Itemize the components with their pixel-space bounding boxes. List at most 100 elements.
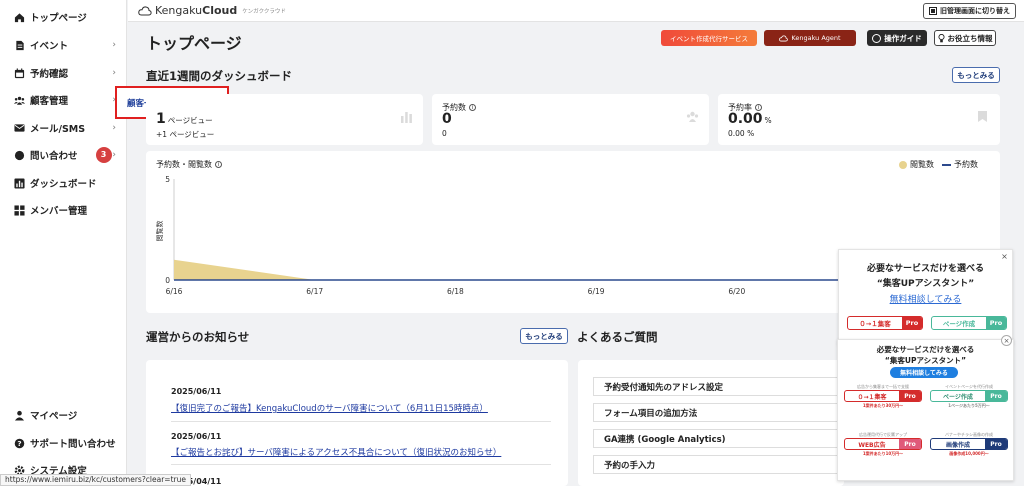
dashboard-more-button[interactable]: もっとみる	[952, 67, 1000, 83]
x-tick-label: 6/19	[588, 287, 605, 296]
useful-info-label: お役立ち情報	[947, 33, 993, 43]
sidebar-item-reservation[interactable]: 予約確認 ›	[0, 62, 127, 84]
sidebar-item-label: ダッシュボード	[30, 179, 97, 190]
news-title: 運営からのお知らせ	[146, 330, 250, 344]
top-bar: Kengaku Cloud ケンガククラウド 旧管理画面に切り替え	[128, 0, 1024, 22]
news-date: 2025/06/11	[171, 387, 222, 396]
x-tick-label: 6/16	[166, 287, 183, 296]
help-icon: ?	[14, 438, 25, 449]
pageview-value: 1 ページビュー	[156, 111, 213, 127]
promo-cta-link[interactable]: 無料相談してみる	[839, 292, 1012, 305]
promo-service-page[interactable]: ページ作成 Pro	[931, 316, 1007, 330]
y-axis-label: 閲覧数	[155, 221, 164, 242]
chevron-right-icon: ›	[112, 123, 116, 133]
operation-guide-label: 操作ガイド	[884, 33, 922, 43]
sidebar-item-mail[interactable]: メール/SMS ›	[0, 117, 127, 139]
bar-chart-icon	[400, 110, 413, 123]
reservation-rate-value: 0.00%	[728, 111, 772, 127]
grid-icon	[14, 204, 25, 216]
kengaku-agent-label: Kengaku Agent	[791, 34, 841, 42]
reservations-number: 0	[442, 111, 452, 127]
news-link[interactable]: 【復旧完了のご報告】KengakuCloudのサーバ障害について（6月11日15…	[171, 402, 488, 414]
chat-icon	[14, 150, 25, 161]
service-name: 画像作成	[945, 441, 970, 449]
sidebar-item-label: 問い合わせ	[30, 151, 78, 162]
sidebar-item-support[interactable]: ? サポート問い合わせ ›	[0, 432, 127, 454]
operation-guide-button[interactable]: 操作ガイド	[867, 30, 927, 46]
reservations-diff: 0	[442, 129, 447, 138]
promo-service-lead[interactable]: ０→１集客 Pro	[847, 316, 923, 330]
news-divider	[171, 464, 551, 465]
lightbulb-icon	[937, 33, 945, 43]
promo-headline: 必要なサービスだけを選べる	[866, 264, 984, 274]
y-tick-label: 0	[165, 276, 170, 285]
faq-card: 予約受付通知先のアドレス設定 フォーム項目の追加方法 GA連携 (Google …	[578, 360, 844, 486]
x-tick-label: 6/20	[728, 287, 745, 296]
sidebar-item-label: メール/SMS	[30, 124, 86, 135]
promo-service-lead[interactable]: ０→１集客 Pro	[844, 390, 922, 402]
mail-icon	[14, 123, 25, 134]
y-tick-label: 5	[165, 175, 170, 184]
calendar-icon	[14, 67, 25, 79]
kengaku-agent-button[interactable]: Kengaku Agent	[764, 30, 856, 46]
service-price: 1案件あたり30万円〜	[862, 403, 904, 408]
faq-item[interactable]: フォーム項目の追加方法	[593, 403, 844, 422]
sidebar-item-top[interactable]: トップページ	[0, 6, 127, 28]
promo-subheadline: “集客UPアシスタント”	[884, 356, 967, 365]
pageview-diff: +1 ページビュー	[156, 130, 215, 139]
logo-text-bold: Cloud	[202, 4, 238, 17]
promo-banner[interactable]: × 必要なサービスだけを選べる “集客UPアシスタント” 無料相談してみる 広告…	[837, 335, 1014, 481]
sidebar-item-members[interactable]: メンバー管理	[0, 199, 127, 221]
faq-title: よくあるご質問	[577, 330, 658, 344]
sidebar-item-event[interactable]: イベント ›	[0, 34, 127, 56]
page-title: トップページ	[146, 34, 242, 53]
sidebar-item-inquiry[interactable]: 問い合わせ 3 ›	[0, 144, 127, 166]
reservation-rate-unit: %	[764, 116, 772, 125]
switch-legacy-button[interactable]: 旧管理画面に切り替え	[923, 3, 1016, 19]
news-more-button[interactable]: もっとみる	[520, 328, 568, 344]
promo-headline: 必要なサービスだけを選べる	[876, 345, 975, 354]
service-name: ０→１集客	[857, 393, 887, 401]
news-divider	[171, 421, 551, 422]
pro-badge: Pro	[899, 439, 921, 449]
pro-badge: Pro	[985, 391, 1007, 401]
promo-service-page[interactable]: ページ作成 Pro	[930, 390, 1008, 402]
sidebar-item-customers[interactable]: 顧客管理 ›	[0, 89, 127, 111]
svg-text:?: ?	[17, 439, 21, 448]
service-price: 1案件あたり10万円〜	[862, 451, 904, 456]
service-price: 1ページあたり5万円〜	[948, 403, 990, 408]
chevron-right-icon: ›	[112, 68, 116, 78]
person-icon	[14, 410, 25, 421]
news-link[interactable]: 【ご報告とお詫び】サーバ障害によるアクセス不具合について（復旧状況のお知らせ）	[171, 446, 501, 458]
pageview-card: 1 ページビュー +1 ページビュー	[146, 94, 423, 145]
sidebar-item-label: 予約確認	[30, 69, 69, 80]
faq-item[interactable]: GA連携 (Google Analytics)	[593, 429, 844, 448]
event-creation-service-button[interactable]: イベント作成代行サービス	[661, 30, 757, 46]
pro-badge: Pro	[985, 439, 1007, 449]
sidebar-item-label: イベント	[30, 41, 69, 52]
promo-service-images[interactable]: 画像作成 Pro	[930, 438, 1008, 450]
chevron-right-icon: ›	[112, 150, 116, 160]
promo-banner-back[interactable]: × 必要なサービスだけを選べる “集客UPアシスタント” 無料相談してみる ０→…	[838, 249, 1013, 345]
sidebar-item-mypage[interactable]: マイページ	[0, 404, 127, 426]
home-icon	[14, 12, 25, 23]
faq-item[interactable]: 予約の手入力	[593, 455, 844, 474]
promo-service-ads[interactable]: WEB広告 Pro	[844, 438, 922, 450]
pro-badge: Pro	[899, 391, 921, 401]
info-icon[interactable]: i	[755, 104, 762, 111]
x-tick-label: 6/18	[447, 287, 464, 296]
reservation-rate-diff: 0.00 %	[728, 129, 755, 138]
sidebar-item-label: マイページ	[30, 411, 78, 422]
people-icon	[686, 110, 699, 123]
useful-info-button[interactable]: お役立ち情報	[934, 30, 996, 46]
info-icon[interactable]: i	[469, 104, 476, 111]
news-card: 2025/06/11 【復旧完了のご報告】KengakuCloudのサーバ障害に…	[146, 360, 568, 486]
faq-item[interactable]: 予約受付通知先のアドレス設定	[593, 377, 844, 396]
promo-cta-button[interactable]: 無料相談してみる	[890, 367, 958, 378]
cloud-logo-icon	[138, 5, 152, 16]
app-logo[interactable]: Kengaku Cloud ケンガククラウド	[138, 4, 286, 17]
sidebar-item-label: 顧客管理	[30, 96, 69, 107]
sidebar-item-dashboard[interactable]: ダッシュボード	[0, 172, 127, 194]
reservation-rate-number: 0.00	[728, 111, 763, 127]
bookmark-icon	[977, 110, 990, 123]
